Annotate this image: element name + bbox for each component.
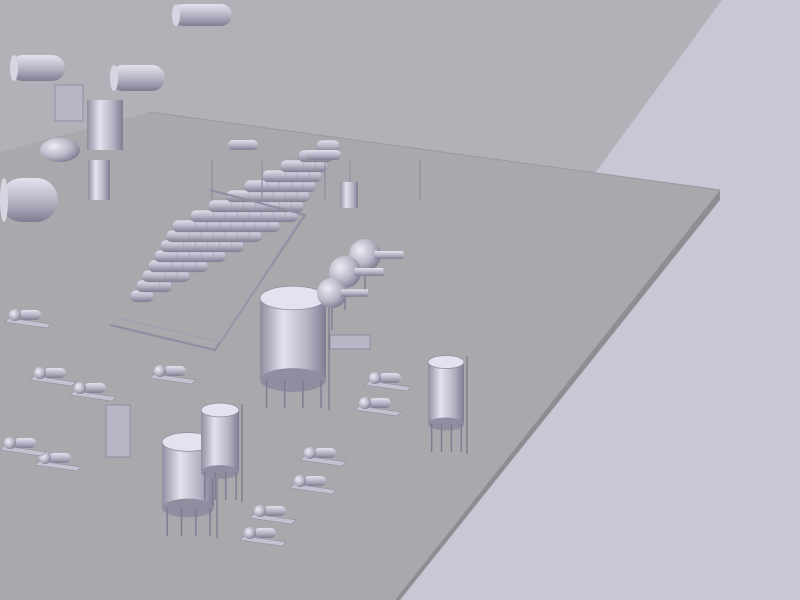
- vertical-storage-tank-top: [259, 285, 327, 311]
- spherical-separator-outlet: [354, 268, 384, 276]
- centrifugal-pump-skid-motor: [314, 448, 336, 458]
- reactor-head: [40, 138, 80, 162]
- vertical-storage-tank-top: [200, 402, 240, 418]
- horizontal-vessel-end: [0, 178, 8, 222]
- centrifugal-pump-skid-motor: [14, 438, 36, 448]
- compressor-unit-end: [10, 55, 18, 81]
- heat-exchanger-tube: [171, 219, 197, 233]
- centrifugal-pump-skid-casing: [9, 309, 21, 321]
- centrifugal-pump-skid-casing: [254, 505, 266, 517]
- vertical-storage-tank-top: [427, 355, 465, 369]
- heat-exchanger-tube: [261, 169, 287, 183]
- compressor-unit-end: [172, 4, 180, 26]
- centrifugal-pump-skid-motor: [164, 366, 186, 376]
- centrifugal-pump-skid-casing: [34, 367, 46, 379]
- centrifugal-pump-skid-casing: [74, 382, 86, 394]
- centrifugal-pump-skid-motor: [379, 373, 401, 383]
- centrifugal-pump-skid-motor: [44, 368, 66, 378]
- centrifugal-pump-skid-casing: [4, 437, 16, 449]
- compressor-unit: [110, 65, 165, 91]
- compressor-unit-end: [110, 65, 118, 91]
- heat-exchanger-tube: [189, 209, 215, 223]
- centrifugal-pump-skid-motor: [84, 383, 106, 393]
- centrifugal-pump-skid-motor: [19, 310, 41, 320]
- control-cabinet: [54, 84, 84, 122]
- control-cabinet: [105, 404, 131, 458]
- centrifugal-pump-skid-motor: [264, 506, 286, 516]
- cad-viewport[interactable]: [0, 0, 800, 600]
- vertical-storage-tank-bottom: [428, 417, 464, 431]
- filter-vessel: [340, 182, 358, 208]
- centrifugal-pump-skid-casing: [154, 365, 166, 377]
- vertical-storage-tank-bottom: [201, 465, 239, 479]
- vertical-storage-tank-bottom: [162, 498, 214, 518]
- pipe-spool: [228, 140, 258, 150]
- separator-skid: [329, 334, 371, 350]
- vertical-storage-tank: [428, 362, 464, 424]
- centrifugal-pump-skid-motor: [369, 398, 391, 408]
- heat-exchanger-tube: [243, 179, 269, 193]
- process-column: [87, 100, 123, 150]
- spherical-separator-outlet: [341, 289, 368, 297]
- centrifugal-pump-skid-casing: [244, 527, 256, 539]
- heat-exchanger-tube: [279, 159, 305, 173]
- centrifugal-pump-skid-casing: [294, 475, 306, 487]
- vertical-storage-tank-bottom: [260, 368, 326, 392]
- centrifugal-pump-skid-motor: [304, 476, 326, 486]
- vertical-storage-tank: [201, 410, 239, 472]
- centrifugal-pump-skid-motor: [49, 453, 71, 463]
- centrifugal-pump-skid-motor: [254, 528, 276, 538]
- compressor-unit: [10, 55, 65, 81]
- pipe-spool: [305, 150, 341, 160]
- centrifugal-pump-skid-casing: [304, 447, 316, 459]
- centrifugal-pump-skid-casing: [359, 397, 371, 409]
- heat-exchanger-tube: [207, 199, 233, 213]
- centrifugal-pump-skid-casing: [369, 372, 381, 384]
- horizontal-vessel: [0, 178, 58, 222]
- spherical-separator-outlet: [374, 251, 404, 259]
- plant-3d-scene[interactable]: [0, 0, 800, 600]
- compressor-unit: [172, 4, 232, 26]
- vertical-storage-tank: [260, 298, 326, 380]
- vertical-separator: [88, 160, 110, 200]
